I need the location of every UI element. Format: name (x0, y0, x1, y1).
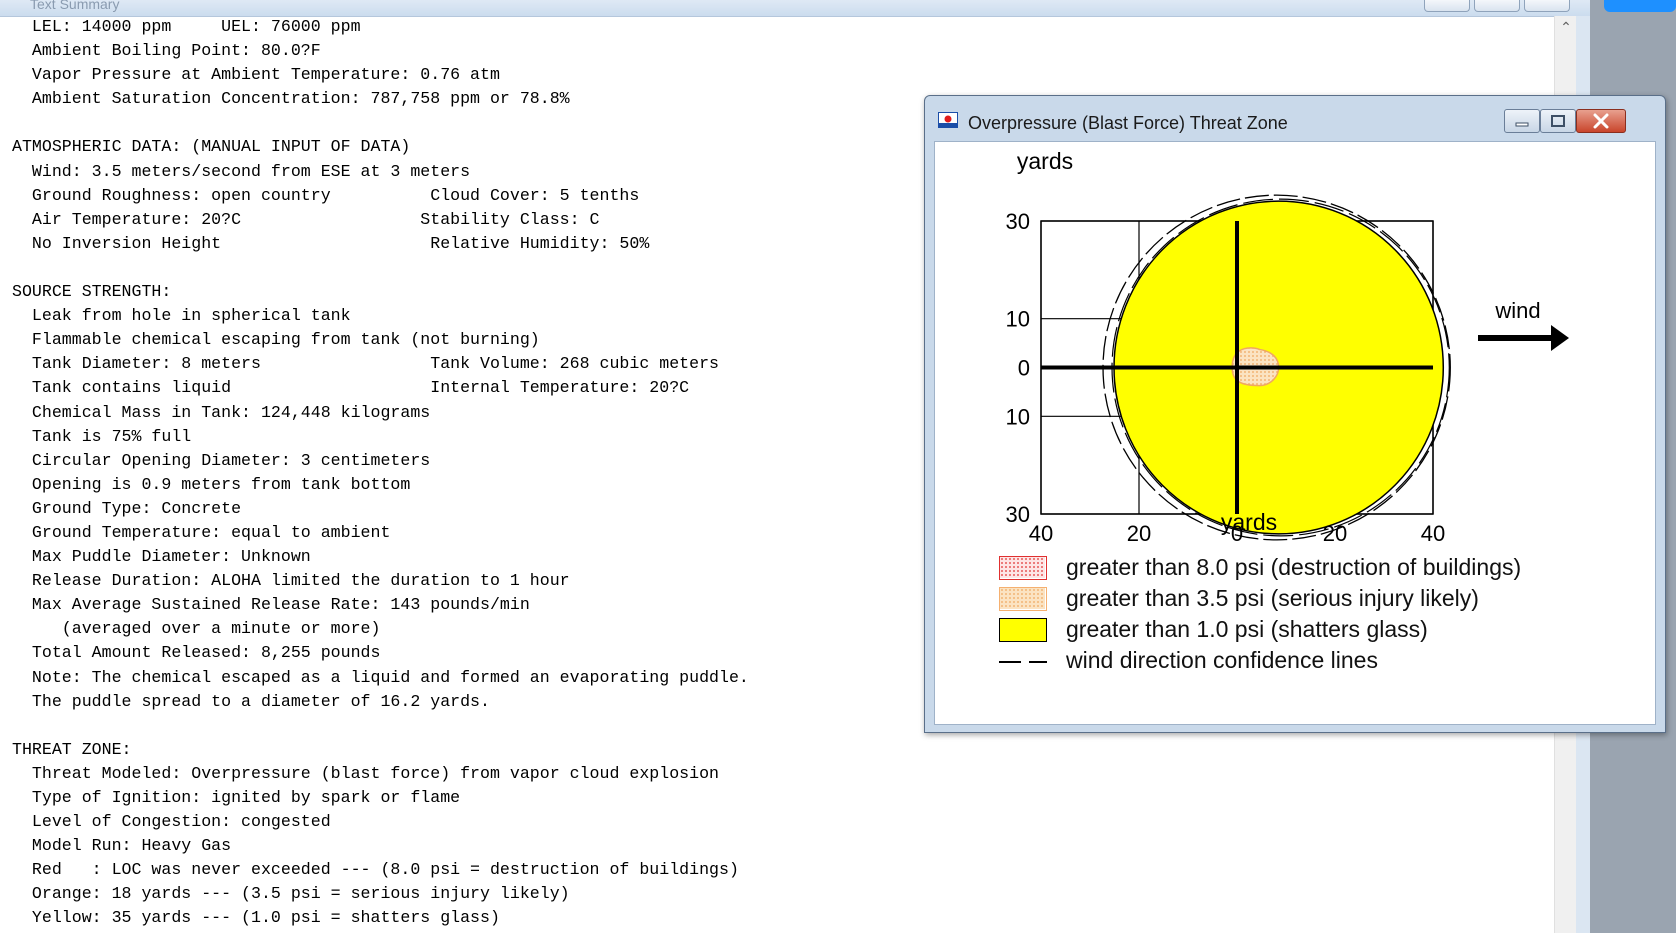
x-tick-label: 20 (1323, 521, 1347, 546)
x-axis-label: yards (1221, 509, 1277, 535)
aloha-app-icon (938, 112, 958, 128)
y-tick-label: 30 (1006, 209, 1030, 234)
y-tick-label: 10 (1006, 404, 1030, 429)
text-summary-line: Yellow: 35 yards --- (1.0 psi = shatters… (12, 908, 500, 928)
scroll-up-arrow-icon[interactable]: ⌃ (1555, 16, 1577, 38)
threat-zone-title: Overpressure (Blast Force) Threat Zone (968, 113, 1288, 133)
text-summary-line: ATMOSPHERIC DATA: (MANUAL INPUT OF DATA) (12, 137, 411, 157)
legend-label-confidence-lines: wind direction confidence lines (1066, 647, 1378, 673)
text-summary-line: Max Puddle Diameter: Unknown (12, 547, 311, 567)
text-summary-line: Ambient Boiling Point: 80.0?F (12, 41, 321, 61)
text-summary-line: No Inversion Height Relative Humidity: 5… (12, 233, 650, 253)
text-summary-line: Air Temperature: 20?C Stability Class: C (12, 209, 600, 229)
text-summary-line: Flammable chemical escaping from tank (n… (12, 330, 540, 350)
text-summary-line: Opening is 0.9 meters from tank bottom (12, 474, 411, 494)
x-tick-label: 40 (1029, 521, 1053, 546)
text-summary-line: Threat Modeled: Overpressure (blast forc… (12, 763, 720, 783)
text-summary-maximize-button[interactable] (1474, 0, 1520, 12)
text-summary-line: SOURCE STRENGTH: (12, 282, 172, 302)
text-summary-line: Ground Roughness: open country Cloud Cov… (12, 185, 640, 205)
text-summary-line: Ambient Saturation Concentration: 787,75… (12, 89, 570, 109)
legend-swatch-red (999, 556, 1047, 580)
close-icon (1593, 113, 1609, 129)
text-summary-line: Wind: 3.5 meters/second from ESE at 3 me… (12, 161, 471, 181)
text-summary-line: Ground Temperature: equal to ambient (12, 522, 391, 542)
text-summary-line: Release Duration: ALOHA limited the dura… (12, 571, 570, 591)
desktop-app-button[interactable] (1604, 0, 1676, 12)
x-tick-label: 20 (1127, 521, 1151, 546)
y-tick-label: 10 (1006, 307, 1030, 332)
text-summary-minimize-button[interactable] (1424, 0, 1470, 12)
text-summary-line: Model Run: Heavy Gas (12, 836, 232, 856)
maximize-button[interactable] (1540, 109, 1576, 133)
text-summary-line: Orange: 18 yards --- (3.5 psi = serious … (12, 884, 570, 904)
wind-label: wind (1494, 298, 1540, 323)
text-summary-close-button[interactable] (1524, 0, 1570, 12)
minimize-button[interactable] (1504, 109, 1540, 133)
threat-zone-plot-area: 40 20 0 20 40 30 10 0 10 30 yards yards wind grea… (934, 141, 1656, 725)
text-summary-line: Level of Congestion: congested (12, 812, 331, 832)
threat-zone-window: Overpressure (Blast Force) Threat Zone 4… (924, 95, 1666, 733)
text-summary-line: (averaged over a minute or more) (12, 619, 381, 639)
legend-swatch-yellow (999, 618, 1047, 642)
minimize-icon (1515, 122, 1529, 127)
text-summary-line: THREAT ZONE: (12, 739, 132, 759)
maximize-icon (1551, 115, 1565, 127)
threat-zone-titlebar[interactable]: Overpressure (Blast Force) Threat Zone (925, 96, 1665, 133)
text-summary-line: Note: The chemical escaped as a liquid a… (12, 667, 749, 687)
text-summary-line: LEL: 14000 ppm UEL: 76000 ppm (12, 17, 361, 36)
y-axis-label: yards (1017, 148, 1073, 174)
legend-label-orange: greater than 3.5 psi (serious injury lik… (1066, 585, 1479, 611)
y-tick-label: 30 (1006, 502, 1030, 527)
text-summary-body: LEL: 14000 ppm UEL: 76000 ppm Ambient Bo… (12, 15, 749, 931)
x-tick-label: 40 (1421, 521, 1445, 546)
text-summary-line: Max Average Sustained Release Rate: 143 … (12, 595, 530, 615)
text-summary-line: Vapor Pressure at Ambient Temperature: 0… (12, 65, 500, 85)
text-summary-line: Red : LOC was never exceeded --- (8.0 ps… (12, 860, 739, 880)
wind-arrow-icon (1478, 325, 1569, 351)
text-summary-line: Type of Ignition: ignited by spark or fl… (12, 788, 461, 807)
legend-label-red: greater than 8.0 psi (destruction of bui… (1066, 554, 1522, 580)
y-tick-label: 0 (1018, 356, 1030, 381)
text-summary-line: The puddle spread to a diameter of 16.2 … (12, 691, 490, 711)
text-summary-line: Tank contains liquid Internal Temperatur… (12, 378, 690, 398)
legend-label-yellow: greater than 1.0 psi (shatters glass) (1066, 616, 1428, 642)
text-summary-line: Tank Diameter: 8 meters Tank Volume: 268… (12, 354, 720, 374)
text-summary-line: Chemical Mass in Tank: 124,448 kilograms (12, 402, 431, 422)
legend-swatch-orange (999, 587, 1047, 611)
text-summary-title: Text Summary (30, 0, 120, 12)
close-button[interactable] (1576, 109, 1626, 133)
text-summary-line: Total Amount Released: 8,255 pounds (12, 643, 381, 663)
legend-swatch-dashed-line (999, 661, 1047, 663)
text-summary-line: Leak from hole in spherical tank (12, 306, 351, 326)
text-summary-line: Tank is 75% full (12, 426, 192, 446)
text-summary-line: Circular Opening Diameter: 3 centimeters (12, 450, 431, 470)
text-summary-line: Ground Type: Concrete (12, 498, 242, 518)
